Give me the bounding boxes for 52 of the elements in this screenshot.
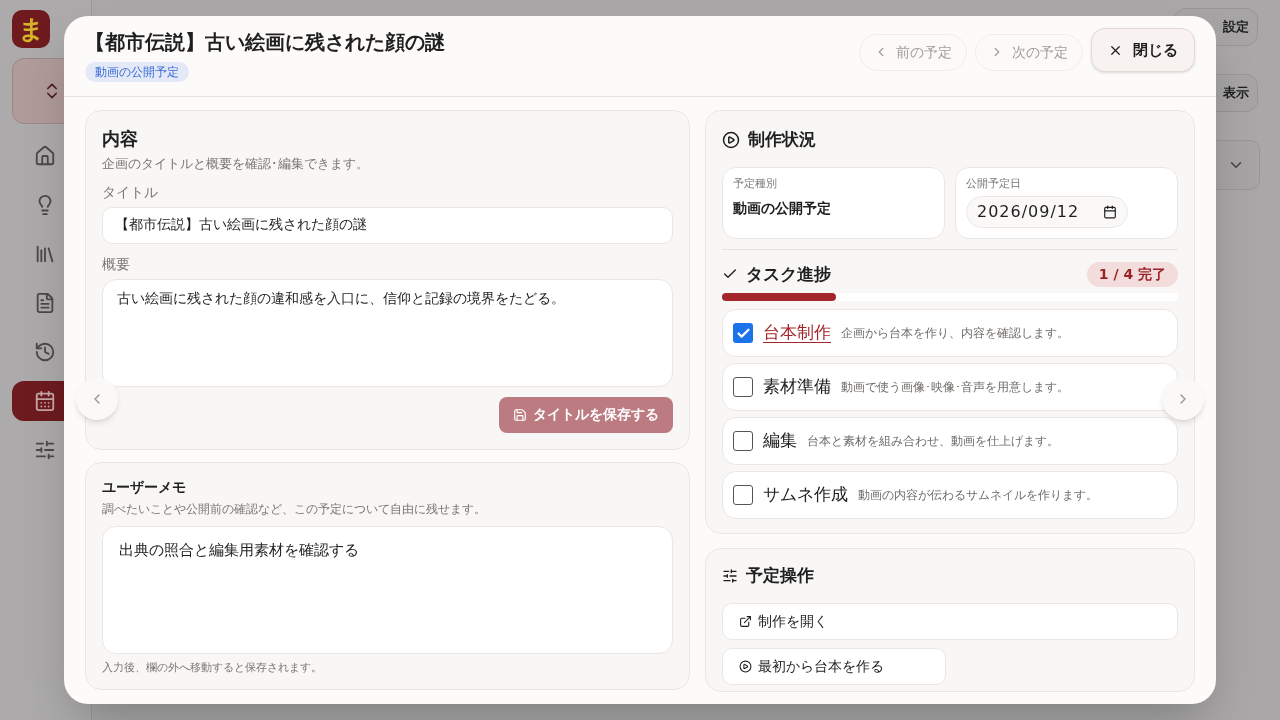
info-label: 公開予定日 (966, 175, 1021, 192)
section-heading: ユーザーメモ (102, 478, 187, 497)
field-label: タイトル (102, 182, 159, 202)
task-name: 素材準備 (763, 375, 831, 399)
action-button[interactable]: 最初から台本を作る (722, 647, 946, 685)
section-heading: タスク進捗 (746, 262, 831, 286)
task-name: 編集 (763, 429, 797, 453)
dialog-title: 【都市伝説】古い絵画に残された顔の謎 (85, 29, 445, 56)
section-description: 調べたいことや公開前の確認など、この予定について自由に残せます。 (102, 501, 487, 518)
summary-field[interactable]: 古い絵画に残された顔の違和感を入口に、信仰と記録の境界をたどる。 (102, 278, 673, 387)
task-description: 台本と素材を組み合わせ、動画を仕上げます。 (807, 433, 1059, 450)
title-field[interactable]: 【都市伝説】古い絵画に残された顔の謎 (102, 206, 673, 244)
field-label: 概要 (102, 254, 131, 274)
task-checkbox[interactable] (733, 377, 753, 397)
section-heading: 制作状況 (748, 128, 816, 151)
task-checkbox[interactable] (733, 323, 753, 343)
task-checkbox[interactable] (733, 485, 753, 505)
save-icon (513, 407, 527, 422)
section-heading: 予定操作 (746, 564, 814, 587)
task-checkbox[interactable] (733, 431, 753, 451)
schedule-type-badge: 動画の公開予定 (85, 62, 189, 82)
document-icon (34, 292, 56, 314)
task-row[interactable]: 素材準備 動画で使う画像･映像･音声を用意します。 (722, 363, 1178, 411)
play-circle-icon (739, 659, 752, 673)
sliders-icon (722, 567, 738, 584)
home-icon (34, 145, 56, 167)
progress-count-badge: 1 / 4 完了 (1086, 261, 1178, 287)
external-link-icon (739, 614, 752, 628)
section-heading: 内容 (102, 127, 139, 151)
date-field[interactable]: 2026/09/12 (966, 196, 1128, 228)
task-row[interactable]: サムネ作成 動画の内容が伝わるサムネイルを作ります。 (722, 471, 1178, 519)
app-logo: ま (12, 10, 50, 48)
task-row[interactable]: 編集 台本と素材を組み合わせ、動画を仕上げます。 (722, 417, 1178, 465)
task-name: 台本制作 (763, 321, 831, 345)
task-description: 動画の内容が伝わるサムネイルを作ります。 (858, 487, 1098, 504)
task-row[interactable]: 台本制作 企画から台本を作り、内容を確認します。 (722, 309, 1178, 357)
task-description: 企画から台本を作り、内容を確認します。 (841, 325, 1069, 342)
calendar-icon (1103, 205, 1117, 219)
history-icon (34, 341, 56, 363)
save-hint: 入力後、欄の外へ移動すると保存されます。 (102, 660, 323, 676)
action-button[interactable]: 制作を開く (722, 602, 1178, 640)
library-icon (34, 243, 56, 265)
section-description: 企画のタイトルと概要を確認･編集できます。 (102, 155, 370, 173)
play-circle-icon (722, 130, 740, 149)
info-value: 動画の公開予定 (733, 199, 832, 218)
task-description: 動画で使う画像･映像･音声を用意します。 (841, 379, 1069, 396)
close-button[interactable]: 閉じる (1091, 28, 1195, 72)
sliders-icon (34, 439, 56, 461)
task-name: サムネ作成 (763, 483, 848, 507)
memo-field[interactable]: 出典の照合と編集用素材を確認する (102, 526, 673, 654)
calendar-icon (34, 390, 56, 412)
info-label: 予定種別 (733, 175, 778, 192)
